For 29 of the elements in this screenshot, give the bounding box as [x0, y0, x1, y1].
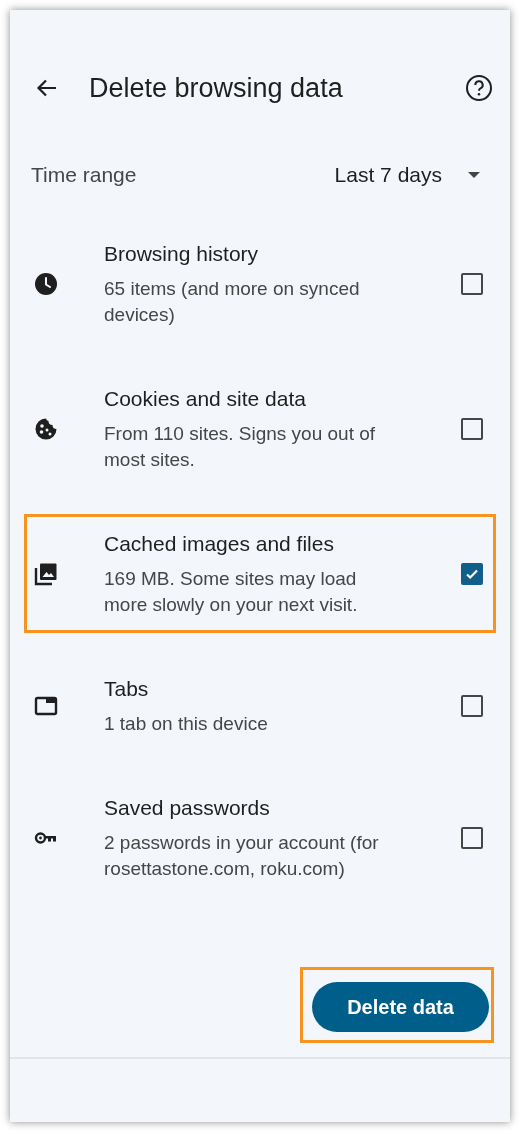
- checkbox[interactable]: [461, 272, 483, 295]
- image-stack-icon: [34, 561, 58, 586]
- list-row[interactable]: Browsing history 65 items (and more on synced devices): [24, 224, 496, 343]
- item-title: Tabs: [104, 676, 150, 702]
- delete-data-button[interactable]: Delete data: [312, 982, 489, 1032]
- list-row[interactable]: Tabs 1 tab on this device: [24, 659, 496, 752]
- time-range-dropdown[interactable]: Last 7 days: [334, 163, 480, 187]
- help-icon[interactable]: [465, 74, 493, 102]
- checkbox[interactable]: [461, 826, 483, 849]
- checkbox[interactable]: [461, 417, 483, 440]
- item-title: Cached images and files: [104, 531, 335, 557]
- list-row[interactable]: Cookies and site data From 110 sites. Signs you out of most sites.: [24, 369, 496, 488]
- page-title: Delete browsing data: [89, 72, 344, 104]
- caret-icon: [468, 172, 480, 178]
- item-description: 65 items (and more on synced devices): [104, 277, 361, 327]
- time-range-label: Time range: [31, 163, 137, 187]
- item-title: Saved passwords: [104, 795, 271, 821]
- cookie-icon: [34, 416, 58, 441]
- list-row[interactable]: Saved passwords 2 passwords in your account (for rosettastone.com, roku.com): [24, 778, 496, 897]
- item-description: 169 MB. Some sites may load more slowly on your next visit.: [104, 567, 359, 617]
- item-description: From 110 sites. Signs you out of most sites.: [104, 422, 377, 472]
- item-description: 1 tab on this device: [104, 712, 269, 736]
- item-title: Cookies and site data: [104, 386, 307, 412]
- checkbox[interactable]: [461, 562, 483, 585]
- checkbox[interactable]: [461, 694, 483, 717]
- item-title: Browsing history: [104, 241, 260, 267]
- clock-icon: [34, 271, 58, 296]
- item-description: 2 passwords in your account (for rosettastone.com, roku.com): [104, 831, 380, 881]
- list-row[interactable]: Cached images and files 169 MB. Some sites may load more slowly on your next visit.: [24, 514, 496, 633]
